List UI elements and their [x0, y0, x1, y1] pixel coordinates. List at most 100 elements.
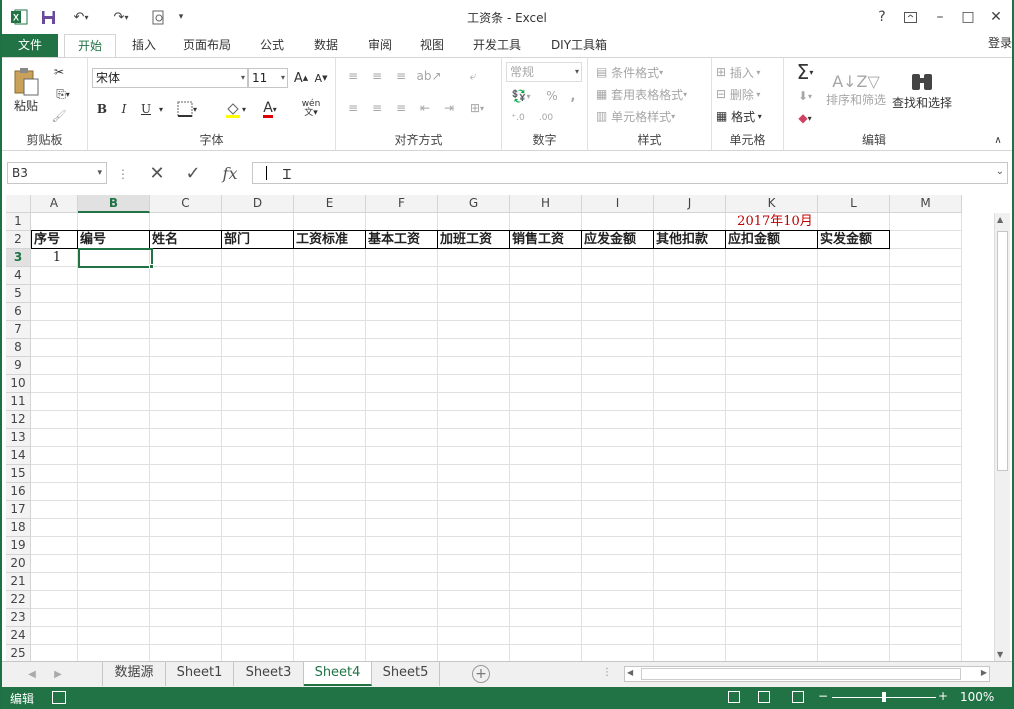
find-select-button[interactable]: 查找和选择 — [890, 62, 954, 118]
header-cell-3[interactable]: 姓名 — [150, 230, 222, 249]
row-header-8[interactable]: 8 — [6, 339, 31, 357]
row-header-12[interactable]: 12 — [6, 411, 31, 429]
align-right-icon[interactable]: ≡ — [390, 98, 412, 118]
paste-button[interactable]: 粘贴 — [8, 62, 44, 118]
merge-center-icon[interactable]: ⊞ ▾ — [462, 98, 492, 118]
column-header-d[interactable]: D — [222, 195, 294, 213]
fill-color-icon[interactable]: ▾ — [218, 98, 252, 120]
row-header-14[interactable]: 14 — [6, 447, 31, 465]
font-size-select[interactable]: 11 ▾ — [248, 68, 288, 88]
orientation-icon[interactable]: ab↗ — [414, 66, 444, 86]
column-header-k[interactable]: K — [726, 195, 818, 213]
help-button[interactable]: ? — [868, 6, 896, 28]
decrease-decimal-icon[interactable]: .00 — [534, 108, 558, 128]
scroll-thumb[interactable] — [997, 231, 1008, 471]
row-header-20[interactable]: 20 — [6, 555, 31, 573]
column-header-b[interactable]: B — [78, 195, 150, 213]
row-header-21[interactable]: 21 — [6, 573, 31, 591]
underline-dropdown-icon[interactable]: ▾ — [156, 98, 166, 120]
column-header-a[interactable]: A — [31, 195, 78, 213]
align-middle-icon[interactable]: ≡ — [366, 66, 388, 86]
next-sheet-icon[interactable]: ▶ — [48, 664, 68, 684]
cell-styles-button[interactable]: ▥ 单元格样式 ▾ — [596, 106, 675, 126]
prev-sheet-icon[interactable]: ◀ — [22, 664, 42, 684]
row-header-3[interactable]: 3 — [6, 249, 31, 267]
formula-input[interactable]: Ɪ ⌄ — [252, 162, 1008, 184]
scroll-right-icon[interactable]: ▶ — [981, 668, 987, 677]
row-header-9[interactable]: 9 — [6, 357, 31, 375]
cut-icon[interactable]: ✂ — [48, 62, 70, 82]
collapse-ribbon-icon[interactable]: ∧ — [990, 132, 1006, 148]
phonetic-guide-button[interactable]: wén 文▾ — [298, 96, 324, 122]
column-header-c[interactable]: C — [150, 195, 222, 213]
header-cell-4[interactable]: 部门 — [222, 230, 294, 249]
shrink-font-icon[interactable]: A ▼ — [312, 68, 330, 88]
row-header-22[interactable]: 22 — [6, 591, 31, 609]
column-header-l[interactable]: L — [818, 195, 890, 213]
header-cell-10[interactable]: 其他扣款 — [654, 230, 726, 249]
close-button[interactable]: ✕ — [982, 6, 1010, 28]
format-cells-button[interactable]: ▦ 格式 ▾ — [716, 106, 762, 126]
header-cell-6[interactable]: 基本工资 — [366, 230, 438, 249]
minimize-button[interactable]: – — [926, 6, 954, 28]
font-name-select[interactable]: 宋体 ▾ — [92, 68, 248, 88]
zoom-level[interactable]: 100% — [960, 690, 994, 704]
insert-cells-button[interactable]: ⊞ 插入 ▾ — [716, 62, 760, 82]
row-header-18[interactable]: 18 — [6, 519, 31, 537]
font-color-button[interactable]: A ▾ — [256, 98, 284, 120]
align-left-icon[interactable]: ≡ — [342, 98, 364, 118]
row-header-24[interactable]: 24 — [6, 627, 31, 645]
format-painter-icon[interactable]: 🖌 — [48, 106, 70, 126]
delete-cells-button[interactable]: ⊟ 删除 ▾ — [716, 84, 760, 104]
row-header-10[interactable]: 10 — [6, 375, 31, 393]
scroll-left-icon[interactable]: ◀ — [627, 668, 633, 677]
header-cell-5[interactable]: 工资标准 — [294, 230, 366, 249]
row-header-4[interactable]: 4 — [6, 267, 31, 285]
normal-view-icon[interactable] — [728, 691, 740, 703]
sheet-tab-sheet1[interactable]: Sheet1 — [166, 662, 234, 686]
column-header-g[interactable]: G — [438, 195, 510, 213]
italic-button[interactable]: I — [114, 98, 134, 120]
header-cell-11[interactable]: 应扣金额 — [726, 230, 818, 249]
fill-icon[interactable]: ⬇ ▾ — [790, 86, 820, 106]
row-header-2[interactable]: 2 — [6, 231, 31, 249]
header-cell-12[interactable]: 实发金额 — [818, 230, 890, 249]
tab-insert[interactable]: 插入 — [122, 34, 166, 58]
increase-decimal-icon[interactable]: ⁺.0 — [506, 108, 530, 128]
row-header-25[interactable]: 25 — [6, 645, 31, 661]
fill-handle[interactable] — [149, 264, 154, 269]
tab-data[interactable]: 数据 — [304, 34, 348, 58]
autosum-icon[interactable]: Σ ▾ — [790, 60, 820, 84]
tab-formulas[interactable]: 公式 — [250, 34, 294, 58]
page-break-view-icon[interactable] — [792, 691, 804, 703]
header-cell-7[interactable]: 加班工资 — [438, 230, 510, 249]
conditional-format-button[interactable]: ▤ 条件格式 ▾ — [596, 62, 663, 82]
row-header-5[interactable]: 5 — [6, 285, 31, 303]
maximize-button[interactable]: □ — [954, 6, 982, 28]
header-cell-8[interactable]: 销售工资 — [510, 230, 582, 249]
copy-icon[interactable]: ⎘ ▾ — [48, 84, 78, 104]
tab-view[interactable]: 视图 — [410, 34, 454, 58]
grow-font-icon[interactable]: A ▲ — [292, 68, 310, 88]
sheet-tab-source[interactable]: 数据源 — [102, 662, 166, 686]
row-header-1[interactable]: 1 — [6, 213, 31, 231]
row-header-11[interactable]: 11 — [6, 393, 31, 411]
align-center-icon[interactable]: ≡ — [366, 98, 388, 118]
tab-home[interactable]: 开始 — [64, 34, 116, 58]
header-cell-9[interactable]: 应发金额 — [582, 230, 654, 249]
zoom-slider-thumb[interactable] — [882, 692, 886, 702]
wrap-text-icon[interactable]: ⤶ — [462, 66, 484, 86]
column-header-i[interactable]: I — [582, 195, 654, 213]
sort-filter-button[interactable]: A↓Z▽ 排序和筛选 — [824, 62, 888, 118]
select-all-corner[interactable] — [6, 195, 31, 213]
row-header-23[interactable]: 23 — [6, 609, 31, 627]
tab-file[interactable]: 文件 — [2, 34, 58, 58]
format-as-table-button[interactable]: ▦ 套用表格格式 ▾ — [596, 84, 687, 104]
column-header-j[interactable]: J — [654, 195, 726, 213]
tab-developer[interactable]: 开发工具 — [464, 34, 530, 58]
worksheet-grid[interactable]: ABCDEFGHIJKLM 1 2 3 4 5 6 7 8 9 10 11 12 13 14 15 16 17 1… — [6, 195, 994, 661]
column-header-h[interactable]: H — [510, 195, 582, 213]
scroll-down-icon[interactable]: ▼ — [997, 650, 1003, 659]
number-format-select[interactable]: 常规 ▾ — [506, 62, 582, 82]
zoom-out-icon[interactable]: − — [818, 689, 828, 703]
